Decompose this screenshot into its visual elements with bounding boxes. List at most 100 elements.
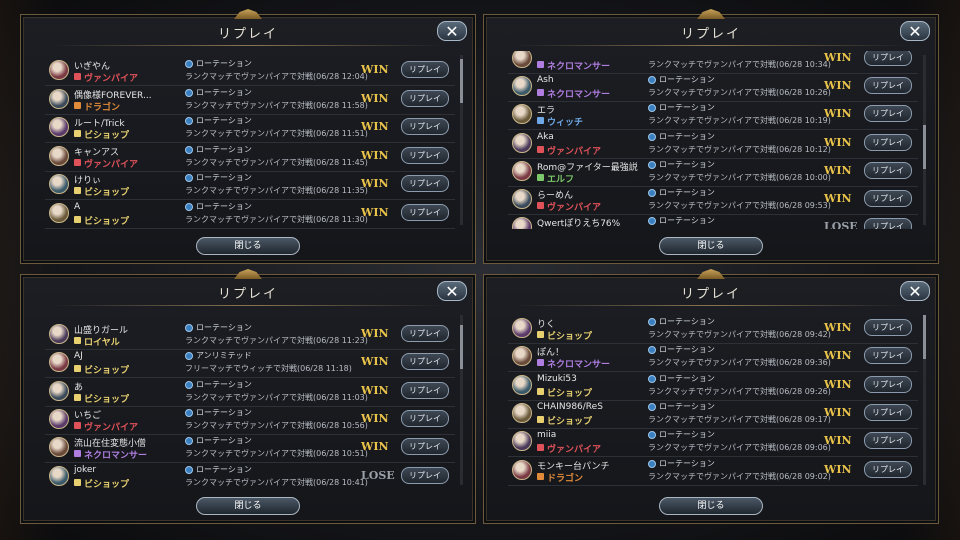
match-description: ランクマッチでヴァンパイアで対戦(06/28 10:56)	[185, 420, 368, 430]
avatar	[49, 380, 69, 401]
replay-button[interactable]: リプレイ	[401, 466, 449, 484]
replay-panel: リプレイ ✕ りく ビショップ ローテーション ランクマッチでヴァンパイアで対戦…	[483, 269, 939, 524]
replay-list[interactable]: いぎやん ヴァンパイア ローテーション ランクマッチでヴァンパイアで対戦(06/…	[45, 51, 455, 229]
replay-button[interactable]: リプレイ	[864, 51, 912, 66]
match-format: ローテーション	[659, 430, 715, 440]
scrollbar-thumb[interactable]	[460, 325, 463, 369]
replay-row: miia ヴァンパイア ローテーション ランクマッチでヴァンパイアで対戦(06/…	[508, 428, 918, 458]
replay-row: いちご ヴァンパイア ローテーション ランクマッチでヴァンパイアで対戦(06/2…	[45, 406, 455, 435]
opponent-class: ドラゴン	[547, 473, 584, 484]
replay-button[interactable]: リプレイ	[864, 319, 912, 336]
close-button[interactable]: 閉じる	[659, 497, 763, 515]
match-format: ローテーション	[196, 144, 252, 154]
replay-button[interactable]: リプレイ	[864, 105, 912, 123]
match-result: LOSE	[361, 468, 395, 482]
rotation-format-icon	[185, 352, 193, 361]
match-format: ローテーション	[659, 131, 715, 141]
match-result: WIN	[361, 383, 389, 397]
match-description: ランクマッチでヴァンパイアで対戦(06/28 11:51)	[185, 129, 368, 138]
replay-button[interactable]: リプレイ	[864, 460, 912, 478]
replay-button[interactable]: リプレイ	[864, 133, 912, 151]
replay-list[interactable]: 山盛りガール ロイヤル ローテーション ランクマッチでヴァンパイアで対戦(06/…	[45, 311, 455, 489]
replay-button[interactable]: リプレイ	[864, 432, 912, 450]
replay-list[interactable]: ネクロマンサー ランクマッチでヴァンパイアで対戦(06/28 10:34) WI…	[508, 51, 918, 229]
replay-button[interactable]: リプレイ	[864, 403, 912, 421]
rotation-format-icon	[648, 160, 656, 169]
scrollbar-thumb[interactable]	[923, 125, 926, 169]
replay-button[interactable]: リプレイ	[401, 438, 449, 456]
close-icon[interactable]: ✕	[900, 21, 930, 41]
replay-button[interactable]: リプレイ	[401, 146, 449, 164]
avatar	[49, 437, 69, 458]
title-divider	[51, 305, 445, 306]
opponent-class: ヴァンパイア	[84, 159, 139, 170]
avatar	[512, 217, 532, 229]
opponent-class: エルフ	[547, 174, 575, 185]
replay-button[interactable]: リプレイ	[401, 409, 449, 427]
scrollbar[interactable]	[923, 55, 926, 225]
replay-button[interactable]: リプレイ	[864, 218, 912, 229]
avatar	[512, 160, 532, 181]
replay-button[interactable]: リプレイ	[401, 381, 449, 399]
match-description: ランクマッチでヴァンパイアで対戦(06/28 11:03)	[185, 392, 368, 402]
panel-title: リプレイ	[680, 287, 741, 302]
class-icon	[74, 337, 81, 344]
scrollbar[interactable]	[923, 315, 926, 485]
scrollbar[interactable]	[460, 315, 463, 485]
match-format: ローテーション	[196, 87, 252, 97]
rotation-format-icon	[185, 88, 193, 97]
rotation-format-icon	[185, 145, 193, 154]
class-icon	[537, 472, 544, 480]
close-icon[interactable]: ✕	[437, 281, 467, 301]
match-format: ローテーション	[196, 436, 252, 446]
replay-row: ルート/Trick ビショップ ローテーション ランクマッチでヴァンパイアで対戦…	[45, 114, 455, 143]
replay-button[interactable]: リプレイ	[401, 325, 449, 342]
replay-list[interactable]: りく ビショップ ローテーション ランクマッチでヴァンパイアで対戦(06/28 …	[508, 311, 918, 489]
replay-button[interactable]: リプレイ	[864, 347, 912, 365]
match-format: ローテーション	[659, 458, 715, 468]
match-format: ローテーション	[659, 159, 715, 169]
replay-button[interactable]: リプレイ	[401, 89, 449, 107]
opponent-class: ヴァンパイア	[547, 146, 602, 157]
opponent-class: ビショップ	[84, 479, 130, 490]
opponent-name: A	[74, 201, 81, 212]
opponent-class: ドラゴン	[84, 102, 121, 113]
match-description: ランクマッチでヴァンパイアで対戦(06/28 09:02)	[648, 471, 831, 481]
replay-button[interactable]: リプレイ	[401, 203, 449, 221]
close-button[interactable]: 閉じる	[196, 497, 300, 515]
scrollbar[interactable]	[460, 55, 463, 225]
replay-button[interactable]: リプレイ	[401, 118, 449, 135]
close-button[interactable]: 閉じる	[196, 237, 300, 255]
replay-panel: リプレイ ✕ ネクロマンサー ランクマッチでヴァンパイアで対戦(06/28 10…	[483, 9, 939, 264]
replay-button[interactable]: リプレイ	[864, 161, 912, 179]
replay-button[interactable]: リプレイ	[864, 190, 912, 207]
match-description: ランクマッチでヴァンパイアで対戦(06/28 09:53)	[648, 201, 831, 210]
replay-panel: リプレイ ✕ 山盛りガール ロイヤル ローテーション ランクマッチでヴァンパイア…	[20, 269, 476, 524]
match-description: ランクマッチでヴァンパイアで対戦(06/28 10:19)	[648, 116, 831, 126]
match-format: ローテーション	[196, 464, 252, 474]
opponent-class: ビショップ	[547, 416, 593, 427]
close-icon[interactable]: ✕	[900, 281, 930, 301]
scrollbar-thumb[interactable]	[460, 59, 463, 103]
replay-button[interactable]: リプレイ	[864, 375, 912, 393]
opponent-class: ロイヤル	[84, 338, 120, 348]
replay-button[interactable]: リプレイ	[401, 175, 449, 192]
match-description: ランクマッチでヴァンパイアで対戦(06/28 10:12)	[648, 144, 831, 154]
rotation-format-icon	[185, 117, 193, 125]
match-description: ランクマッチでヴァンパイアで対戦(06/28 09:06)	[648, 443, 831, 453]
rotation-format-icon	[648, 217, 656, 226]
match-description: ランクマッチでヴァンパイアで対戦(06/28 11:23)	[185, 336, 368, 345]
match-description: ランクマッチでヴァンパイアで対戦(06/28 11:58)	[185, 100, 368, 110]
replay-button[interactable]: リプレイ	[401, 61, 449, 78]
replay-row: 流山在住変態小僧 ネクロマンサー ローテーション ランクマッチでヴァンパイアで対…	[45, 434, 455, 464]
close-button[interactable]: 閉じる	[659, 237, 763, 255]
close-icon[interactable]: ✕	[437, 21, 467, 41]
match-description: ランクマッチでヴァンパイアで対戦(06/28 09:26)	[648, 386, 831, 396]
scrollbar-thumb[interactable]	[923, 315, 926, 359]
match-result: WIN	[824, 192, 852, 205]
rotation-format-icon	[185, 437, 193, 446]
rotation-format-icon	[185, 174, 193, 182]
avatar	[512, 374, 532, 395]
replay-button[interactable]: リプレイ	[864, 77, 912, 95]
replay-button[interactable]: リプレイ	[401, 353, 449, 371]
